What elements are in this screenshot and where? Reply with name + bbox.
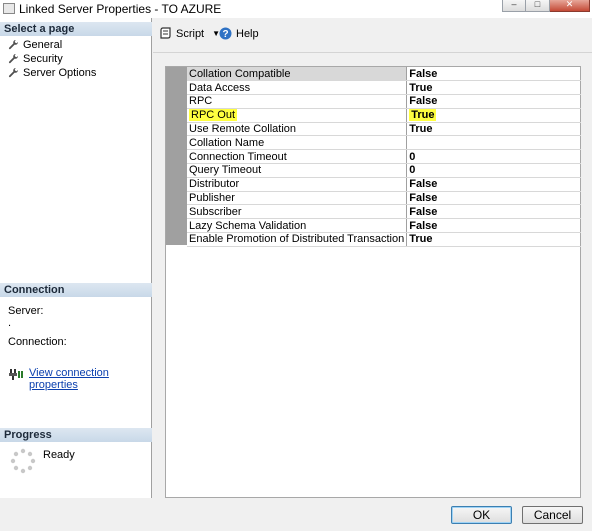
property-row[interactable]: RPC Out True: [187, 108, 581, 123]
property-value: True: [409, 109, 437, 122]
svg-text:?: ?: [222, 29, 228, 40]
sidebar-item-label: Security: [23, 52, 63, 65]
cancel-button[interactable]: Cancel: [522, 506, 583, 524]
close-button[interactable]: ✕: [550, 0, 590, 12]
property-value[interactable]: 0: [406, 163, 581, 178]
property-name: RPC Out: [189, 109, 238, 122]
property-row[interactable]: Distributor False: [187, 177, 581, 192]
property-grid: Collation Compatible False Data Access T…: [165, 66, 581, 498]
property-name: Distributor: [187, 177, 408, 192]
connection-header: Connection: [0, 283, 152, 297]
server-label: Server:: [8, 305, 44, 317]
title-bar: Linked Server Properties - TO AZURE – □ …: [0, 0, 592, 18]
dialog-footer: OK Cancel: [0, 498, 592, 531]
property-value[interactable]: 0: [406, 149, 581, 165]
toolbar-divider: [153, 52, 592, 53]
property-grid-gutter: [166, 67, 187, 245]
script-label: Script: [176, 27, 205, 40]
property-row[interactable]: Enable Promotion of Distributed Transact…: [187, 232, 581, 247]
property-row[interactable]: Query Timeout 0: [187, 163, 581, 178]
server-value: .: [8, 317, 12, 329]
property-name: Use Remote Collation: [187, 122, 408, 137]
minimize-button[interactable]: –: [502, 0, 526, 12]
property-name: Collation Name: [187, 135, 408, 151]
property-name: Data Access: [187, 80, 408, 96]
ok-button[interactable]: OK: [451, 506, 512, 524]
property-value[interactable]: False: [406, 177, 581, 192]
property-row[interactable]: Lazy Schema Validation False: [187, 218, 581, 234]
script-button[interactable]: Script ▼: [159, 27, 220, 40]
property-value[interactable]: True: [406, 232, 581, 247]
property-row[interactable]: Connection Timeout 0: [187, 149, 581, 165]
property-name: RPC: [187, 94, 408, 109]
property-table: Collation Compatible False Data Access T…: [187, 67, 581, 247]
property-name: Lazy Schema Validation: [187, 218, 408, 234]
property-value[interactable]: False: [406, 204, 581, 220]
property-name: Collation Compatible: [187, 67, 408, 82]
property-value[interactable]: False: [406, 67, 581, 82]
property-value[interactable]: False: [406, 218, 581, 234]
connection-properties-icon: [9, 369, 23, 380]
wrench-icon: [8, 67, 19, 78]
window-title: Linked Server Properties - TO AZURE: [19, 2, 222, 16]
property-value-cell[interactable]: True: [406, 108, 581, 123]
wrench-icon: [8, 53, 19, 64]
property-row[interactable]: RPC False: [187, 94, 581, 109]
window-controls: – □ ✕: [502, 0, 590, 12]
help-icon: ?: [219, 27, 232, 40]
property-value[interactable]: True: [406, 80, 581, 96]
property-name: Enable Promotion of Distributed Transact…: [187, 232, 408, 247]
property-row[interactable]: Subscriber False: [187, 204, 581, 220]
sidebar-item-security[interactable]: Security: [8, 52, 63, 65]
view-connection-properties-link[interactable]: View connection properties: [29, 367, 151, 391]
maximize-button[interactable]: □: [526, 0, 550, 12]
property-row[interactable]: Use Remote Collation True: [187, 122, 581, 137]
property-row[interactable]: Publisher False: [187, 191, 581, 206]
main-panel: Script ▼ ? Help Collation Compatible Fal…: [153, 18, 592, 498]
window-icon: [3, 3, 15, 14]
property-name: Connection Timeout: [187, 149, 408, 165]
property-row[interactable]: Collation Compatible False: [187, 67, 581, 82]
property-name: Publisher: [187, 191, 408, 206]
property-value[interactable]: False: [406, 94, 581, 109]
left-panel: Select a page General Security Server Op…: [0, 18, 152, 498]
property-row[interactable]: Data Access True: [187, 80, 581, 96]
toolbar: Script ▼ ? Help: [153, 18, 592, 52]
property-name-cell: RPC Out: [187, 108, 408, 123]
help-button[interactable]: ? Help: [219, 27, 259, 40]
help-label: Help: [236, 27, 259, 40]
property-row[interactable]: Collation Name: [187, 135, 581, 151]
property-value[interactable]: False: [406, 191, 581, 206]
wrench-icon: [8, 39, 19, 50]
sidebar-item-label: General: [23, 38, 63, 51]
progress-status: Ready: [43, 449, 75, 461]
property-value[interactable]: [406, 135, 581, 151]
sidebar-item-server-options[interactable]: Server Options: [8, 66, 96, 79]
sidebar-item-general[interactable]: General: [8, 38, 62, 51]
property-name: Query Timeout: [187, 163, 408, 178]
property-name: Subscriber: [187, 204, 408, 220]
script-icon: [160, 27, 171, 39]
connection-label: Connection:: [8, 336, 67, 348]
property-value[interactable]: True: [406, 122, 581, 137]
progress-spinner-icon: [10, 448, 36, 474]
progress-header: Progress: [0, 428, 152, 442]
sidebar-item-label: Server Options: [23, 66, 97, 79]
select-page-header: Select a page: [0, 22, 152, 36]
